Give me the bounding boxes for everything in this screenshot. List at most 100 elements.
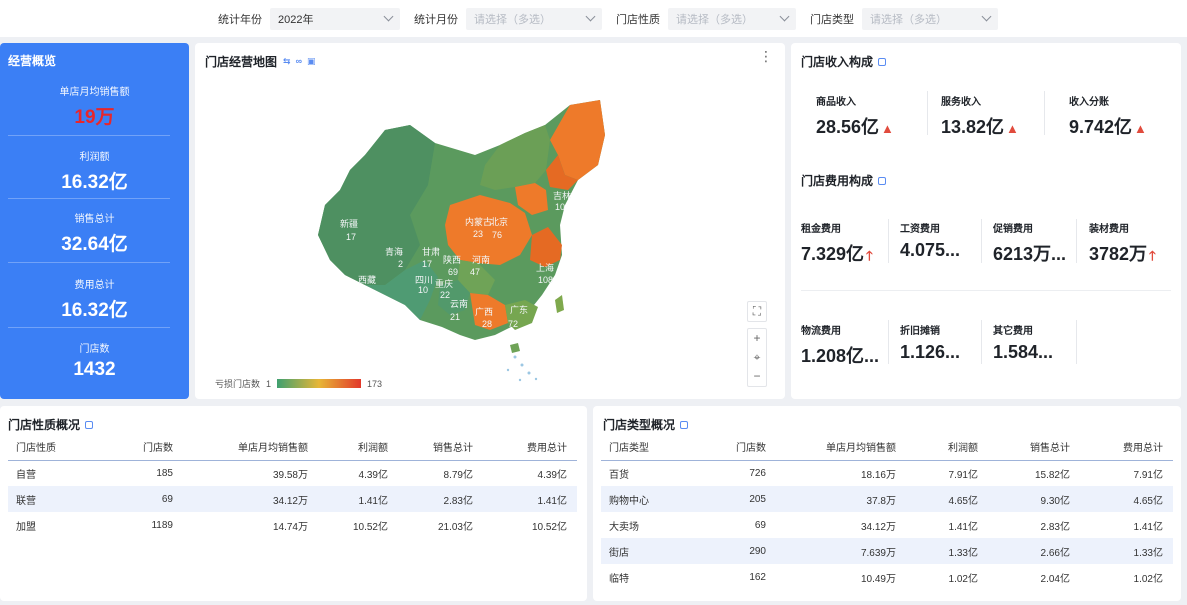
table-cell: 2.83亿	[398, 486, 483, 512]
nature-title-row: 门店性质概况	[8, 416, 94, 433]
map-title: 门店经营地图	[205, 55, 278, 69]
overview-value: 1432	[73, 359, 116, 380]
filter-nature-label: 门店性质	[616, 13, 660, 26]
kpi-other: 其它费用 1.584...	[993, 322, 1053, 363]
column-header[interactable]: 利润额	[318, 434, 398, 461]
kpi-value: 3782万 🡑	[1089, 240, 1156, 269]
table-cell: 34.12万	[183, 486, 318, 512]
map-value: 17	[346, 232, 356, 242]
table-cell: 7.639万	[776, 538, 906, 564]
table-cell: 1.33亿	[906, 538, 988, 564]
chevron-down-icon	[585, 11, 596, 22]
kpi-value: 4.075...	[900, 240, 960, 261]
table-cell: 10.52亿	[531, 521, 567, 533]
copy-icon[interactable]: ▣	[307, 56, 316, 67]
table-row[interactable]: 自营 185 39.58万 4.39亿 8.79亿 4.39亿	[8, 460, 577, 486]
map-value: 21	[450, 312, 460, 322]
table-row[interactable]: 百货 726 18.16万 7.91亿 15.82亿 7.91亿	[601, 460, 1173, 486]
kpi-label: 促销费用	[993, 224, 1033, 235]
overview-item-profit: 利润额 16.32亿	[0, 148, 189, 194]
map-label: 陕西	[443, 254, 461, 265]
column-header[interactable]: 费用总计	[1080, 434, 1173, 461]
column-header[interactable]: 门店数	[108, 434, 183, 461]
copy-icon[interactable]	[680, 420, 689, 429]
divider	[1076, 219, 1077, 263]
map-label: 甘肃	[422, 246, 440, 257]
table-cell: 1.41亿	[318, 486, 398, 512]
region-hainan[interactable]	[510, 343, 520, 353]
table-row[interactable]: 临特 162 10.49万 1.02亿 2.04亿 1.02亿	[601, 564, 1173, 590]
table-cell: 大卖场	[609, 521, 639, 533]
column-header[interactable]: 利润额	[906, 434, 988, 461]
table-row[interactable]: 街店 290 7.639万 1.33亿 2.66亿 1.33亿	[601, 538, 1173, 564]
table-row[interactable]: 联营 69 34.12万 1.41亿 2.83亿 1.41亿	[8, 486, 577, 512]
locate-button[interactable]: ⌖	[748, 348, 766, 367]
region-taiwan[interactable]	[555, 295, 564, 313]
column-header[interactable]: 费用总计	[483, 434, 577, 461]
link-icon[interactable]: ∞	[296, 56, 302, 67]
table-row[interactable]: 加盟 1189 14.74万 10.52亿 21.03亿 10.52亿	[8, 512, 577, 538]
map-label: 广西	[475, 306, 493, 317]
kpi-number: 7.329亿	[801, 244, 865, 264]
column-header[interactable]: 门店性质	[8, 434, 108, 461]
kpi-value: 1.126...	[900, 342, 960, 363]
table-cell: 4.39亿	[537, 469, 567, 481]
map-label: 吉林	[553, 190, 571, 201]
copy-icon[interactable]	[878, 176, 887, 185]
divider	[801, 290, 1171, 291]
overview-item-stores: 门店数 1432	[0, 340, 189, 381]
nature-table: 门店性质 门店数 单店月均销售额 利润额 销售总计 费用总计 自营 185 39…	[8, 434, 577, 538]
copy-icon[interactable]	[878, 57, 887, 66]
filter-year-select[interactable]: 2022年	[270, 7, 400, 30]
map-fullscreen-button[interactable]: ⛶	[747, 301, 767, 322]
kpi-number: 1.208亿...	[801, 346, 880, 366]
kpi-service-income: 服务收入 13.82亿 ▲	[941, 93, 1019, 139]
copy-icon[interactable]	[85, 420, 94, 429]
kpi-logistics: 物流费用 1.208亿...	[801, 322, 879, 368]
legend-gradient	[277, 379, 362, 388]
kpi-number: 1.126...	[900, 342, 961, 362]
drill-icon[interactable]: ⇆	[283, 56, 291, 67]
column-header[interactable]: 单店月均销售额	[776, 434, 906, 461]
kpi-number: 6213万...	[993, 244, 1067, 264]
map-zoom-controls: + ⌖ −	[747, 328, 767, 387]
table-cell: 联营	[8, 486, 108, 512]
column-header[interactable]: 门店类型	[601, 434, 701, 461]
column-header[interactable]: 销售总计	[988, 434, 1080, 461]
zoom-out-button[interactable]: −	[748, 367, 766, 386]
kpi-label: 工资费用	[900, 224, 940, 235]
filter-type-select[interactable]: 请选择（多选）	[862, 7, 998, 30]
more-menu-icon[interactable]: ⋮	[759, 49, 773, 63]
map-value: 72	[508, 319, 518, 329]
table-cell: 1.41亿	[1133, 521, 1163, 533]
kpi-number: 3782万	[1089, 244, 1148, 264]
filter-month-select[interactable]: 请选择（多选）	[466, 7, 602, 30]
zoom-in-button[interactable]: +	[748, 329, 766, 348]
overview-title: 经营概览	[8, 54, 57, 68]
filter-type-label: 门店类型	[810, 13, 854, 26]
divider	[888, 320, 889, 364]
kpi-promotion: 促销费用 6213万...	[993, 220, 1066, 266]
chevron-down-icon	[779, 11, 790, 22]
filter-nature-select[interactable]: 请选择（多选）	[668, 7, 796, 30]
table-row[interactable]: 大卖场 69 34.12万 1.41亿 2.83亿 1.41亿	[601, 512, 1173, 538]
table-row[interactable]: 购物中心 205 37.8万 4.65亿 9.30亿 4.65亿	[601, 486, 1173, 512]
chevron-down-icon	[981, 11, 992, 22]
table-cell: 15.82亿	[1034, 469, 1070, 481]
legend-max: 173	[367, 378, 383, 389]
chevron-down-icon	[383, 11, 394, 22]
table-cell: 205	[701, 486, 776, 512]
filter-year-value: 2022年	[278, 13, 314, 26]
column-header[interactable]: 销售总计	[398, 434, 483, 461]
table-cell: 加盟	[16, 521, 36, 533]
map-legend: 亏损门店数 1 173	[215, 377, 382, 390]
kpi-label: 服务收入	[941, 97, 981, 108]
column-header[interactable]: 门店数	[701, 434, 776, 461]
table-cell: 购物中心	[601, 486, 701, 512]
kpi-number: 13.82亿	[941, 117, 1005, 137]
kpi-value: 9.742亿 ▲	[1069, 113, 1147, 139]
china-map[interactable]: 新疆 17 西藏 青海 2 甘肃 17 四川 10 重庆 22 陕西 69 内蒙…	[310, 95, 610, 385]
table-cell: 百货	[609, 469, 629, 481]
column-header[interactable]: 单店月均销售额	[183, 434, 318, 461]
table-cell: 4.65亿	[1080, 486, 1173, 512]
